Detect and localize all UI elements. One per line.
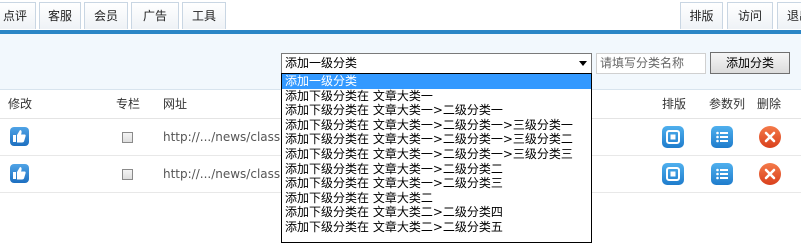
dropdown-option[interactable]: 添加下级分类在 文章大类二>二级分类四 (282, 205, 591, 220)
top-nav: 点评 客服 会员 广告 工具 排版 访问 退出 (0, 0, 801, 31)
row-url[interactable]: http://.../news/class (163, 156, 283, 192)
tab-logout[interactable]: 退出 (777, 2, 801, 29)
category-name-input[interactable]: 请填写分类名称 (596, 53, 706, 74)
dropdown-option[interactable]: 添加一级分类 (282, 74, 591, 89)
parent-category-select[interactable]: 添加一级分类 (281, 53, 592, 74)
tab-customer-service[interactable]: 客服 (39, 2, 81, 29)
column-checkbox[interactable] (122, 169, 133, 180)
header-column: 专栏 (116, 97, 141, 111)
dropdown-option[interactable]: 添加下级分类在 文章大类一>二级分类一 (282, 103, 591, 118)
row-url[interactable]: http://.../news/class (163, 119, 283, 155)
header-delete: 删除 (757, 97, 782, 111)
dropdown-option[interactable]: 添加下级分类在 文章大类一>二级分类二 (282, 162, 591, 177)
parent-category-dropdown[interactable]: 添加一级分类 添加下级分类在 文章大类一 添加下级分类在 文章大类一>二级分类一… (281, 73, 592, 243)
dropdown-option[interactable]: 添加下级分类在 文章大类一>二级分类三 (282, 176, 591, 191)
params-list-icon[interactable] (711, 126, 733, 148)
dropdown-option[interactable]: 添加下级分类在 文章大类一>二级分类一>三级分类二 (282, 132, 591, 147)
tab-members[interactable]: 会员 (84, 2, 128, 29)
header-params: 参数列 (709, 97, 746, 111)
header-edit: 修改 (8, 97, 33, 111)
layout-icon[interactable] (662, 126, 684, 148)
tab-visit[interactable]: 访问 (727, 2, 773, 29)
edit-thumb-icon[interactable] (10, 127, 29, 146)
add-category-button[interactable]: 添加分类 (710, 52, 790, 74)
dropdown-option[interactable]: 添加下级分类在 文章大类一 (282, 89, 591, 104)
delete-icon[interactable] (759, 126, 781, 148)
tab-layout[interactable]: 排版 (680, 2, 723, 29)
dropdown-option[interactable]: 添加下级分类在 文章大类一>二级分类一>三级分类一 (282, 118, 591, 133)
parent-category-select-value: 添加一级分类 (285, 56, 358, 70)
dropdown-option[interactable]: 添加下级分类在 文章大类二 (282, 191, 591, 206)
delete-icon[interactable] (759, 163, 781, 185)
edit-thumb-icon[interactable] (10, 164, 29, 183)
dropdown-option[interactable]: 添加下级分类在 文章大类二>二级分类五 (282, 220, 591, 235)
header-layout: 排版 (662, 97, 687, 111)
tab-ads[interactable]: 广告 (131, 2, 179, 29)
tab-review[interactable]: 点评 (0, 2, 36, 29)
chevron-down-icon[interactable] (579, 61, 587, 66)
column-checkbox[interactable] (122, 132, 133, 143)
tab-tools[interactable]: 工具 (182, 2, 226, 29)
layout-icon[interactable] (662, 163, 684, 185)
header-url: 网址 (163, 97, 188, 111)
params-list-icon[interactable] (711, 163, 733, 185)
dropdown-option[interactable]: 添加下级分类在 文章大类一>二级分类一>三级分类三 (282, 147, 591, 162)
